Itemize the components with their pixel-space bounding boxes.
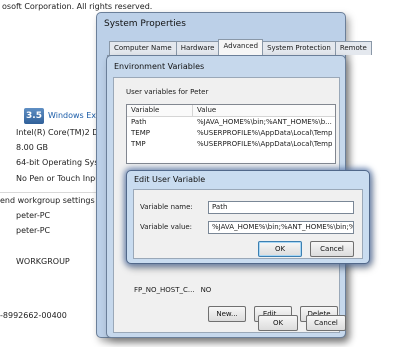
- column-header-variable[interactable]: Variable: [127, 105, 193, 116]
- system-properties-tabs: Computer Name Hardware Advanced System P…: [109, 39, 372, 55]
- edit-user-variable-title: Edit User Variable: [134, 175, 206, 184]
- tab-remote[interactable]: Remote: [334, 41, 372, 55]
- system-variable-value: NO: [200, 286, 212, 294]
- product-id-value: -8992662-00400: [0, 311, 67, 320]
- variable-name-label: Variable name:: [140, 203, 193, 211]
- system-variable-name: FP_NO_HOST_C...: [134, 286, 195, 294]
- table-row[interactable]: Path %JAVA_HOME%\bin;%ANT_HOME%\b...: [127, 117, 335, 128]
- system-type-value: 64-bit Operating Syste: [16, 158, 107, 167]
- table-row[interactable]: TMP %USERPROFILE%\AppData\Local\Temp: [127, 139, 335, 150]
- variable-cell: TMP: [131, 140, 146, 148]
- user-variables-label: User variables for Peter: [126, 88, 209, 96]
- memory-value: 8.00 GB: [16, 143, 49, 152]
- edit-cancel-button[interactable]: Cancel: [310, 241, 354, 257]
- section-divider: [0, 192, 100, 193]
- copyright-text: osoft Corporation. All rights reserved.: [2, 2, 153, 11]
- value-cell: %JAVA_HOME%\bin;%ANT_HOME%\b...: [197, 118, 332, 126]
- table-row[interactable]: TEMP %USERPROFILE%\AppData\Local\Temp: [127, 128, 335, 139]
- system-variable-row[interactable]: FP_NO_HOST_C... NO: [134, 286, 211, 294]
- experience-score-badge: 3.5: [24, 108, 44, 124]
- variable-value-label: Variable value:: [140, 223, 193, 231]
- edit-user-variable-dialog: Edit User Variable Variable name: Path V…: [126, 170, 370, 264]
- tab-system-protection[interactable]: System Protection: [262, 41, 336, 55]
- variable-value-field[interactable]: %JAVA_HOME%\bin;%ANT_HOME%\bin;%: [208, 221, 354, 234]
- tab-hardware[interactable]: Hardware: [175, 41, 220, 55]
- new-button[interactable]: New...: [208, 306, 246, 322]
- environment-variables-title: Environment Variables: [114, 62, 205, 71]
- processor-value: Intel(R) Core(TM)2 Duc: [16, 128, 108, 137]
- pen-touch-value: No Pen or Touch Input: [16, 174, 104, 183]
- system-properties-title: System Properties: [104, 19, 186, 29]
- tab-computer-name[interactable]: Computer Name: [109, 41, 177, 55]
- value-cell: %USERPROFILE%\AppData\Local\Temp: [197, 129, 333, 137]
- edit-user-variable-body: Variable name: Path Variable value: %JAV…: [133, 189, 363, 259]
- computer-name-value: peter-PC: [16, 211, 51, 220]
- workgroup-section-heading: end workgroup settings: [0, 196, 95, 205]
- ok-button[interactable]: OK: [258, 315, 298, 331]
- cancel-button[interactable]: Cancel: [306, 315, 346, 331]
- table-header: Variable Value: [127, 105, 335, 117]
- user-variables-table[interactable]: Variable Value Path %JAVA_HOME%\bin;%ANT…: [126, 104, 336, 164]
- workgroup-value: WORKGROUP: [16, 257, 70, 266]
- variable-name-field[interactable]: Path: [208, 201, 354, 214]
- value-cell: %USERPROFILE%\AppData\Local\Temp: [197, 140, 333, 148]
- column-header-value[interactable]: Value: [193, 105, 335, 116]
- full-computer-name-value: peter-PC: [16, 226, 51, 235]
- variable-cell: Path: [131, 118, 147, 126]
- edit-ok-button[interactable]: OK: [258, 241, 302, 257]
- tab-advanced[interactable]: Advanced: [218, 39, 264, 55]
- variable-cell: TEMP: [131, 129, 150, 137]
